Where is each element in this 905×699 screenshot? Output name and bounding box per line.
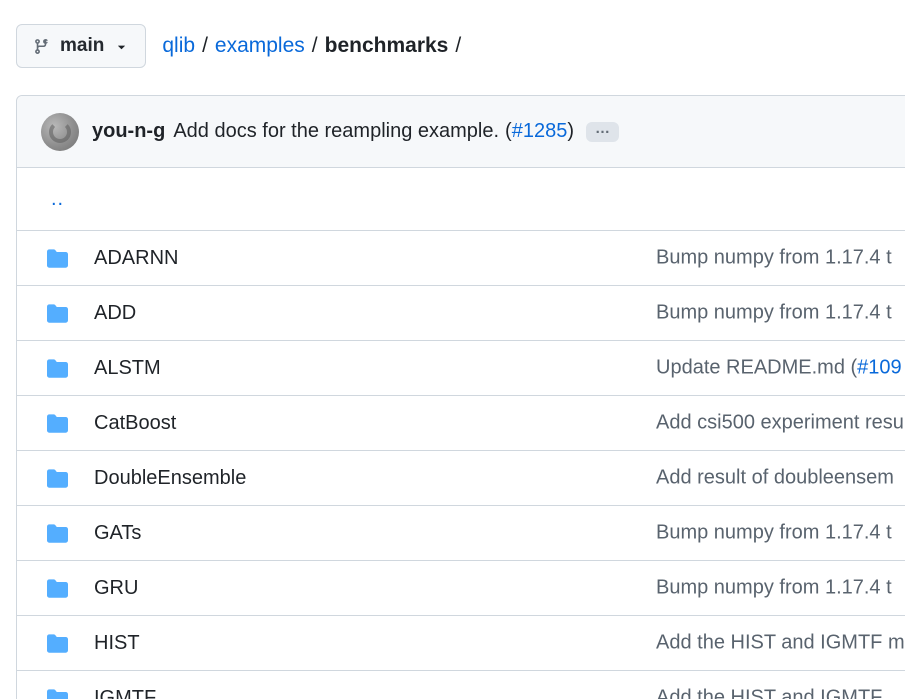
file-name-link[interactable]: IGMTF bbox=[94, 687, 156, 699]
row-commit-message-text: Add result of doubleensem bbox=[656, 466, 894, 489]
table-row[interactable]: ADARNN Bump numpy from 1.17.4 t bbox=[17, 230, 905, 285]
chevron-down-icon bbox=[114, 39, 129, 54]
row-commit-message-text: Add the HIST and IGMTF m bbox=[656, 631, 905, 654]
table-row[interactable]: HIST Add the HIST and IGMTF m bbox=[17, 615, 905, 670]
row-commit-message[interactable]: Bump numpy from 1.17.4 t bbox=[656, 302, 892, 325]
commit-pr-link[interactable]: #1285 bbox=[512, 120, 568, 143]
avatar[interactable] bbox=[41, 112, 79, 151]
folder-icon bbox=[47, 303, 68, 324]
row-commit-message-text: Update README.md ( bbox=[656, 356, 858, 379]
row-commit-message-text: Add csi500 experiment resu bbox=[656, 411, 904, 434]
table-row[interactable]: IGMTF Add the HIST and IGMTF bbox=[17, 670, 905, 699]
row-commit-pr-link[interactable]: #109 bbox=[857, 357, 902, 379]
breadcrumb-separator: / bbox=[311, 34, 318, 57]
file-name-link[interactable]: ALSTM bbox=[94, 357, 161, 380]
table-row[interactable]: ALSTM Update README.md (#109 bbox=[17, 340, 905, 395]
row-commit-message-text: Bump numpy from 1.17.4 t bbox=[656, 301, 892, 324]
table-row[interactable]: CatBoost Add csi500 experiment resu bbox=[17, 395, 905, 450]
repo-header-bar: main qlib / examples / benchmarks / bbox=[16, 24, 905, 68]
file-name-link[interactable]: GRU bbox=[94, 577, 138, 600]
commit-ellipsis-button[interactable]: … bbox=[586, 121, 620, 142]
breadcrumb-separator: / bbox=[455, 34, 462, 57]
folder-icon bbox=[47, 523, 68, 544]
file-name-link[interactable]: ADD bbox=[94, 302, 136, 325]
breadcrumb-link-repo[interactable]: qlib bbox=[162, 34, 195, 57]
row-commit-message[interactable]: Add the HIST and IGMTF m bbox=[656, 632, 905, 655]
table-row[interactable]: GRU Bump numpy from 1.17.4 t bbox=[17, 560, 905, 615]
commit-pr-paren-close: ) bbox=[567, 120, 575, 142]
latest-commit-header: you-n-g Add docs for the reampling examp… bbox=[17, 96, 905, 168]
commit-author-link[interactable]: you-n-g bbox=[92, 120, 165, 143]
folder-icon bbox=[47, 358, 68, 379]
breadcrumb-separator: / bbox=[202, 34, 208, 57]
breadcrumb: qlib / examples / benchmarks / bbox=[162, 34, 468, 58]
file-name-link[interactable]: ADARNN bbox=[94, 247, 178, 270]
row-commit-message-text: Bump numpy from 1.17.4 t bbox=[656, 521, 892, 544]
folder-icon bbox=[47, 248, 68, 269]
file-browser: you-n-g Add docs for the reampling examp… bbox=[16, 95, 905, 699]
parent-directory-link[interactable]: .. bbox=[51, 188, 64, 211]
row-commit-message[interactable]: Bump numpy from 1.17.4 t bbox=[656, 522, 892, 545]
file-name-link[interactable]: HIST bbox=[94, 632, 140, 655]
folder-icon bbox=[47, 413, 68, 434]
row-commit-message[interactable]: Bump numpy from 1.17.4 t bbox=[656, 247, 892, 270]
row-commit-message[interactable]: Update README.md (#109 bbox=[656, 357, 902, 380]
row-commit-message-text: Add the HIST and IGMTF bbox=[656, 686, 883, 699]
row-commit-message[interactable]: Add result of doubleensem bbox=[656, 467, 894, 490]
commit-pr-paren-open: ( bbox=[505, 120, 512, 142]
row-commit-message-text: Bump numpy from 1.17.4 t bbox=[656, 576, 892, 599]
breadcrumb-link-examples[interactable]: examples bbox=[215, 34, 305, 57]
table-row[interactable]: GATs Bump numpy from 1.17.4 t bbox=[17, 505, 905, 560]
row-commit-message-text: Bump numpy from 1.17.4 t bbox=[656, 246, 892, 269]
folder-icon bbox=[47, 578, 68, 599]
branch-label: main bbox=[60, 35, 105, 56]
commit-message-link[interactable]: Add docs for the reampling example. bbox=[173, 120, 499, 143]
folder-icon bbox=[47, 633, 68, 654]
file-name-link[interactable]: CatBoost bbox=[94, 412, 176, 435]
table-row[interactable]: ADD Bump numpy from 1.17.4 t bbox=[17, 285, 905, 340]
branch-selector[interactable]: main bbox=[16, 24, 147, 68]
parent-directory-row[interactable]: .. bbox=[17, 168, 905, 230]
table-row[interactable]: DoubleEnsemble Add result of doubleensem bbox=[17, 450, 905, 505]
breadcrumb-current: benchmarks bbox=[324, 34, 449, 57]
file-name-link[interactable]: DoubleEnsemble bbox=[94, 467, 246, 490]
row-commit-message[interactable]: Add the HIST and IGMTF bbox=[656, 687, 882, 699]
git-branch-icon bbox=[33, 38, 50, 55]
row-commit-message[interactable]: Bump numpy from 1.17.4 t bbox=[656, 577, 892, 600]
file-name-link[interactable]: GATs bbox=[94, 522, 141, 545]
folder-icon bbox=[47, 688, 68, 699]
row-commit-message[interactable]: Add csi500 experiment resu bbox=[656, 412, 904, 435]
folder-icon bbox=[47, 468, 68, 489]
